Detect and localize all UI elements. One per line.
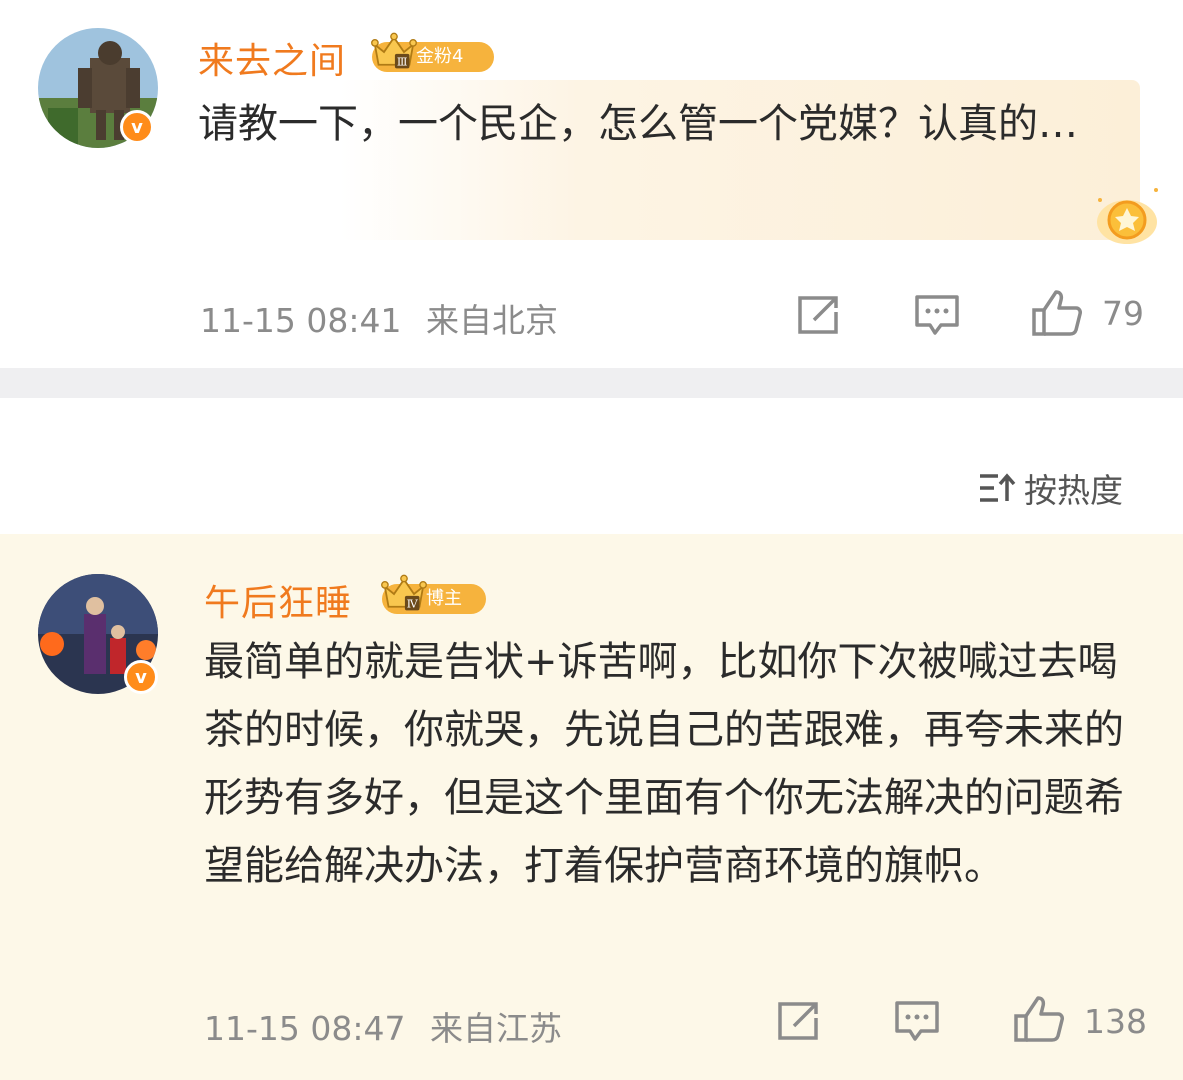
comment-location: 来自北京 [425,301,558,340]
sort-bar: 按热度 [0,398,1183,534]
verified-icon: v [124,660,158,694]
comment-time: 11-15 08:47 [204,1009,406,1048]
badge-label: 金粉4 [416,46,464,67]
badge-label: 博主 [426,588,462,609]
like-count: 79 [1102,294,1144,333]
comment-text: 最简单的就是告状+诉苦啊，比如你下次被喊过去喝茶的时候，你就哭，先说自己的苦跟难… [204,639,1124,889]
comment-icon[interactable] [914,294,960,338]
share-icon[interactable] [776,1000,820,1042]
svg-text:Ⅲ: Ⅲ [397,56,408,69]
comment-text: 请教一下，一个民企，怎么管一个党媒？认真的… [198,101,1078,147]
username[interactable]: 来去之间 [198,32,346,84]
username[interactable]: 午后狂睡 [204,574,352,626]
verified-icon: v [120,110,154,144]
section-divider [0,368,1183,398]
comment-icon[interactable] [894,1000,940,1044]
comment-time: 11-15 08:41 [200,301,402,340]
crown-icon: Ⅳ [381,574,427,611]
medal-sticker-icon [1097,188,1158,244]
like-icon[interactable] [1012,994,1066,1044]
comment-card-2: v 午后狂睡 博主 Ⅳ 最简单的就是告状+诉苦啊，比如你下次被喊过去喝茶的时候，… [0,534,1183,1080]
sort-icon [980,473,1016,502]
like-count: 138 [1084,1002,1147,1041]
comment-location: 来自江苏 [429,1009,562,1048]
crown-icon: Ⅲ [371,32,417,69]
like-icon[interactable] [1030,288,1084,338]
sort-label: 按热度 [1024,471,1123,510]
comment-card-1: v 来去之间 金粉4 Ⅲ 请教一下，一个民企，怎么管一个党媒？认真的… 11-1… [0,0,1183,368]
share-icon[interactable] [796,294,840,336]
sort-button[interactable]: 按热度 [978,464,1123,512]
svg-text:Ⅳ: Ⅳ [407,598,419,611]
